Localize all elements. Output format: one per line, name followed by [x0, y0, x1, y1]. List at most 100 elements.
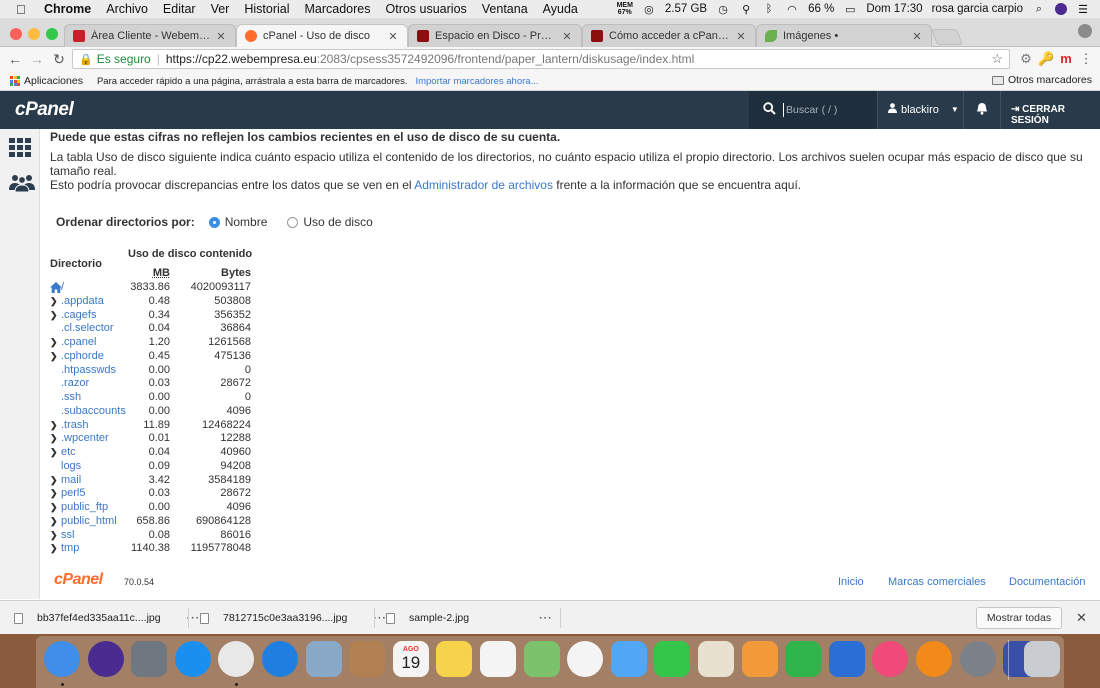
- expand-chevron-icon[interactable]: ❯: [50, 446, 58, 460]
- expand-chevron-icon[interactable]: ❯: [50, 309, 58, 323]
- user-menu[interactable]: blackiro ▼: [888, 103, 959, 116]
- tab-como-acceder[interactable]: Cómo acceder a cPanel - Preg ✕: [582, 24, 756, 47]
- close-tab-icon[interactable]: ✕: [911, 30, 923, 43]
- download-item[interactable]: bb37fef4ed335aa11c....jpg ···: [14, 601, 200, 635]
- directory-link[interactable]: /: [61, 281, 64, 295]
- menu-marcadores[interactable]: Marcadores: [305, 2, 371, 16]
- directory-link[interactable]: perl5: [61, 487, 85, 501]
- messages-dock-icon[interactable]: [610, 641, 647, 677]
- app-store-dock-icon[interactable]: [174, 641, 211, 677]
- close-tab-icon[interactable]: ✕: [735, 30, 747, 43]
- launchpad-dock-icon[interactable]: [131, 641, 168, 677]
- forward-arrow-icon[interactable]: →: [28, 50, 46, 68]
- textedit-dock-icon[interactable]: [698, 641, 734, 677]
- new-tab-button[interactable]: [931, 29, 963, 45]
- menu-chrome[interactable]: Chrome: [44, 2, 91, 16]
- system-preferences-dock-icon[interactable]: [959, 641, 996, 677]
- memory-usage[interactable]: 2.57 GB: [665, 3, 707, 15]
- safari-dock-icon[interactable]: [262, 641, 298, 677]
- tab-cpanel-uso-disco[interactable]: cPanel - Uso de disco ✕: [236, 24, 408, 47]
- bookmark-star-icon[interactable]: ☆: [991, 51, 1003, 67]
- directory-link[interactable]: ssl: [61, 529, 74, 543]
- back-arrow-icon[interactable]: ←: [6, 50, 24, 68]
- siri-icon[interactable]: [1055, 3, 1067, 15]
- menu-ventana[interactable]: Ventana: [482, 2, 528, 16]
- directory-link[interactable]: .cphorde: [61, 350, 104, 364]
- expand-chevron-icon[interactable]: ❯: [50, 487, 58, 501]
- apple-menu-icon[interactable]: : [16, 2, 30, 17]
- user-name[interactable]: rosa garcia carpio: [932, 3, 1023, 15]
- close-tab-icon[interactable]: ✕: [387, 30, 399, 43]
- directory-link[interactable]: mail: [61, 474, 81, 488]
- download-item[interactable]: sample-2.jpg ···: [386, 601, 553, 635]
- battery-percent[interactable]: 66 %: [808, 3, 834, 15]
- directory-link[interactable]: .htpasswds: [61, 364, 116, 378]
- contacts-dock-icon[interactable]: [349, 641, 386, 677]
- directory-link[interactable]: .cpanel: [61, 336, 96, 350]
- expand-chevron-icon[interactable]: ❯: [50, 515, 58, 529]
- sort-by-name-option[interactable]: Nombre: [208, 215, 267, 229]
- directory-link[interactable]: logs: [61, 460, 81, 474]
- facetime-dock-icon[interactable]: [654, 641, 691, 677]
- minimize-window-button[interactable]: [28, 28, 40, 40]
- footer-link-inicio[interactable]: Inicio: [838, 576, 864, 588]
- spotlight-search-icon[interactable]: ⌕: [1032, 3, 1046, 15]
- menu-otros-usuarios[interactable]: Otros usuarios: [386, 2, 467, 16]
- expand-chevron-icon[interactable]: ❯: [50, 432, 58, 446]
- expand-chevron-icon[interactable]: ❯: [50, 529, 58, 543]
- siri-dock-icon[interactable]: [87, 641, 124, 677]
- extension-puzzle-icon[interactable]: ⚙: [1018, 51, 1034, 67]
- address-bar[interactable]: 🔒 Es seguro | https://cp22.webempresa.eu…: [72, 49, 1010, 69]
- download-options-icon[interactable]: ···: [539, 612, 553, 624]
- sketch-dock-icon[interactable]: [741, 641, 778, 677]
- search-input[interactable]: [783, 103, 873, 117]
- expand-chevron-icon[interactable]: ❯: [50, 295, 58, 309]
- antenna-icon[interactable]: ⚲: [739, 3, 753, 16]
- timemachine-icon[interactable]: ◷: [716, 3, 730, 16]
- directory-link[interactable]: tmp: [61, 542, 79, 556]
- expand-chevron-icon[interactable]: ❯: [50, 419, 58, 433]
- preview-eagle-dock-icon[interactable]: [305, 641, 342, 677]
- zoom-window-button[interactable]: [46, 28, 58, 40]
- menu-historial[interactable]: Historial: [244, 2, 289, 16]
- menu-ayuda[interactable]: Ayuda: [543, 2, 578, 16]
- notes-dock-icon[interactable]: [436, 641, 473, 677]
- battery-icon[interactable]: ▭: [843, 3, 857, 16]
- directory-link[interactable]: .subaccounts: [61, 405, 126, 419]
- users-icon[interactable]: [9, 174, 35, 196]
- close-tab-icon[interactable]: ✕: [561, 30, 573, 43]
- keynote-dock-icon[interactable]: [828, 641, 865, 677]
- logout-button[interactable]: ⇥ CERRAR SESIÓN: [1011, 104, 1100, 126]
- sort-by-usage-radio[interactable]: [287, 216, 299, 228]
- footer-link-marcas[interactable]: Marcas comerciales: [888, 576, 986, 588]
- tab-imagenes[interactable]: Imágenes • ✕: [756, 24, 932, 47]
- reminders-dock-icon[interactable]: [480, 641, 516, 677]
- menu-ver[interactable]: Ver: [211, 2, 230, 16]
- footer-link-documentacion[interactable]: Documentación: [1009, 576, 1085, 588]
- apps-grid-icon[interactable]: [10, 76, 20, 86]
- close-downloads-icon[interactable]: ✕: [1076, 610, 1087, 626]
- browser-menu-icon[interactable]: ⋮: [1078, 51, 1094, 67]
- directory-link[interactable]: .razor: [61, 377, 89, 391]
- ibooks-dock-icon[interactable]: [916, 641, 952, 677]
- directory-link[interactable]: .appdata: [61, 295, 104, 309]
- file-manager-link[interactable]: Administrador de archivos: [414, 178, 553, 192]
- menu-archivo[interactable]: Archivo: [106, 2, 148, 16]
- directory-link[interactable]: .cl.selector: [61, 322, 114, 336]
- directory-link[interactable]: public_html: [61, 515, 117, 529]
- directory-link[interactable]: .wpcenter: [61, 432, 109, 446]
- download-item[interactable]: 7812715c0e3aa3196....jpg ···: [200, 601, 387, 635]
- trash-dock-icon[interactable]: [1024, 641, 1060, 677]
- calendar-dock-icon[interactable]: AGO 19: [392, 641, 429, 677]
- home-grid-icon[interactable]: [9, 138, 33, 160]
- show-all-downloads-button[interactable]: Mostrar todas: [976, 607, 1062, 629]
- close-window-button[interactable]: [10, 28, 22, 40]
- import-bookmarks-link[interactable]: Importar marcadores ahora...: [415, 76, 538, 87]
- extension-m-icon[interactable]: m: [1058, 51, 1074, 67]
- wifi-icon[interactable]: ◠: [785, 3, 799, 16]
- directory-link[interactable]: .trash: [61, 419, 89, 433]
- tab-area-cliente[interactable]: Área Cliente - Webempresa Eu ✕: [64, 24, 236, 47]
- directory-link[interactable]: public_ftp: [61, 501, 108, 515]
- directory-link[interactable]: .ssh: [61, 391, 81, 405]
- cpanel-logo[interactable]: cPanel: [15, 99, 74, 121]
